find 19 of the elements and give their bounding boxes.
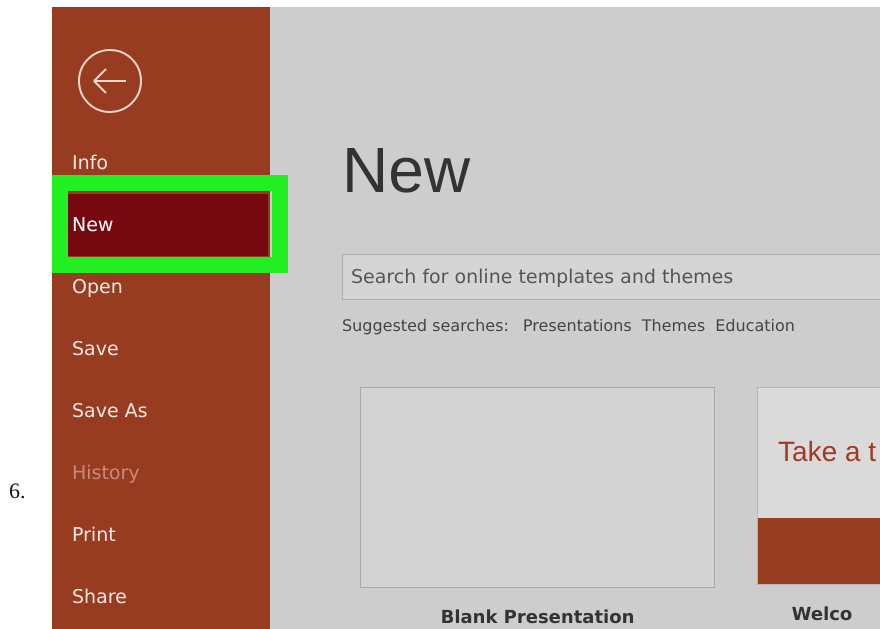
sidebar-item[interactable]: Print: [52, 504, 270, 566]
back-icon[interactable]: [77, 48, 143, 114]
suggested-link[interactable]: Presentations: [522, 314, 632, 338]
suggested-link[interactable]: Themes: [642, 314, 706, 338]
thumbnail-heading: Take a t: [777, 435, 878, 469]
sidebar-item[interactable]: Share: [52, 566, 270, 628]
suggested-label: Suggested searches:: [342, 315, 509, 337]
template-thumbnail[interactable]: Take a t: [757, 387, 880, 585]
page-title: New: [342, 135, 472, 205]
search-field[interactable]: Search for online templates and themes: [342, 254, 880, 300]
template-label: Welco: [792, 603, 852, 627]
template-label: Blank Presentation: [440, 606, 634, 629]
sidebar-item[interactable]: Info: [52, 132, 270, 194]
template-thumbnail[interactable]: [360, 387, 715, 588]
suggested-link[interactable]: Education: [715, 314, 795, 338]
step-number: 6.: [9, 478, 26, 504]
sidebar-item[interactable]: Open: [52, 256, 270, 318]
sidebar-item[interactable]: Save As: [52, 380, 270, 442]
sidebar-item[interactable]: Save: [52, 318, 270, 380]
